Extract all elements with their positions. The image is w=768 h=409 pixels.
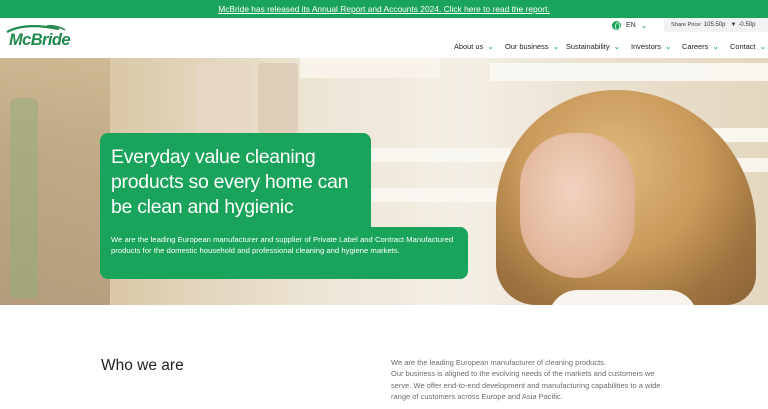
logo-text: McBride [9, 31, 71, 49]
chevron-down-icon: ⌄ [613, 41, 621, 51]
mcbride-logo[interactable]: McBride [3, 23, 75, 49]
chevron-down-icon: ⌄ [487, 41, 494, 51]
nav-label: Sustainability [566, 42, 610, 51]
announcement-banner: McBride has released its Annual Report a… [0, 0, 768, 18]
chevron-down-icon: ⌄ [759, 41, 767, 51]
hero-background-image [300, 58, 440, 78]
site-header: McBride EN ⌄ Share Price: 105.50p ▼ -0.5… [0, 18, 768, 58]
nav-careers[interactable]: Careers ⌄ [682, 42, 719, 51]
share-price-widget: Share Price: 105.50p ▼ -0.50p [664, 18, 768, 32]
chevron-down-icon: ⌄ [552, 41, 560, 51]
nav-label: About us [454, 42, 484, 51]
chevron-down-icon: ⌄ [640, 20, 648, 30]
nav-sustainability[interactable]: Sustainability ⌄ [566, 42, 620, 51]
share-price-value: 105.50p [703, 22, 726, 28]
hero-background-image [370, 188, 510, 202]
hero-woman-face [520, 133, 635, 278]
chevron-down-icon: ⌄ [665, 41, 672, 51]
nav-about-us[interactable]: About us ⌄ [454, 42, 494, 51]
share-price-change: -0.50p [738, 22, 756, 28]
nav-contact[interactable]: Contact ⌄ [730, 42, 766, 51]
hero-text: We are the leading European manufacturer… [111, 235, 454, 255]
hero-background-image [10, 98, 38, 298]
annual-report-link[interactable]: McBride has released its Annual Report a… [218, 4, 549, 14]
who-we-are-title: Who we are [101, 357, 184, 374]
language-selector[interactable]: EN ⌄ [612, 20, 648, 31]
nav-label: Careers [682, 42, 709, 51]
arrow-down-icon: ▼ [730, 22, 737, 28]
who-we-are-paragraph: Our business is aligned to the evolving … [391, 369, 661, 402]
nav-investors[interactable]: Investors ⌄ [631, 42, 672, 51]
chevron-down-icon: ⌄ [712, 41, 719, 51]
who-we-are-text: We are the leading European manufacturer… [391, 357, 671, 403]
nav-label: Our business [505, 42, 549, 51]
hero-background-image [195, 63, 250, 138]
hero-background-image [370, 148, 510, 162]
globe-icon [612, 21, 621, 31]
nav-our-business[interactable]: Our business ⌄ [505, 42, 559, 51]
language-label: EN [626, 22, 636, 29]
who-we-are-line1: We are the leading European manufacturer… [391, 358, 606, 367]
hero-background-image [490, 63, 768, 81]
hero-woman-shirt [548, 290, 698, 305]
share-price-label: Share Price: [671, 22, 702, 28]
nav-label: Investors [631, 42, 661, 51]
hero-background-image [258, 63, 298, 133]
nav-label: Contact [730, 42, 756, 51]
hero-title: Everyday value cleaning products so ever… [111, 146, 349, 218]
